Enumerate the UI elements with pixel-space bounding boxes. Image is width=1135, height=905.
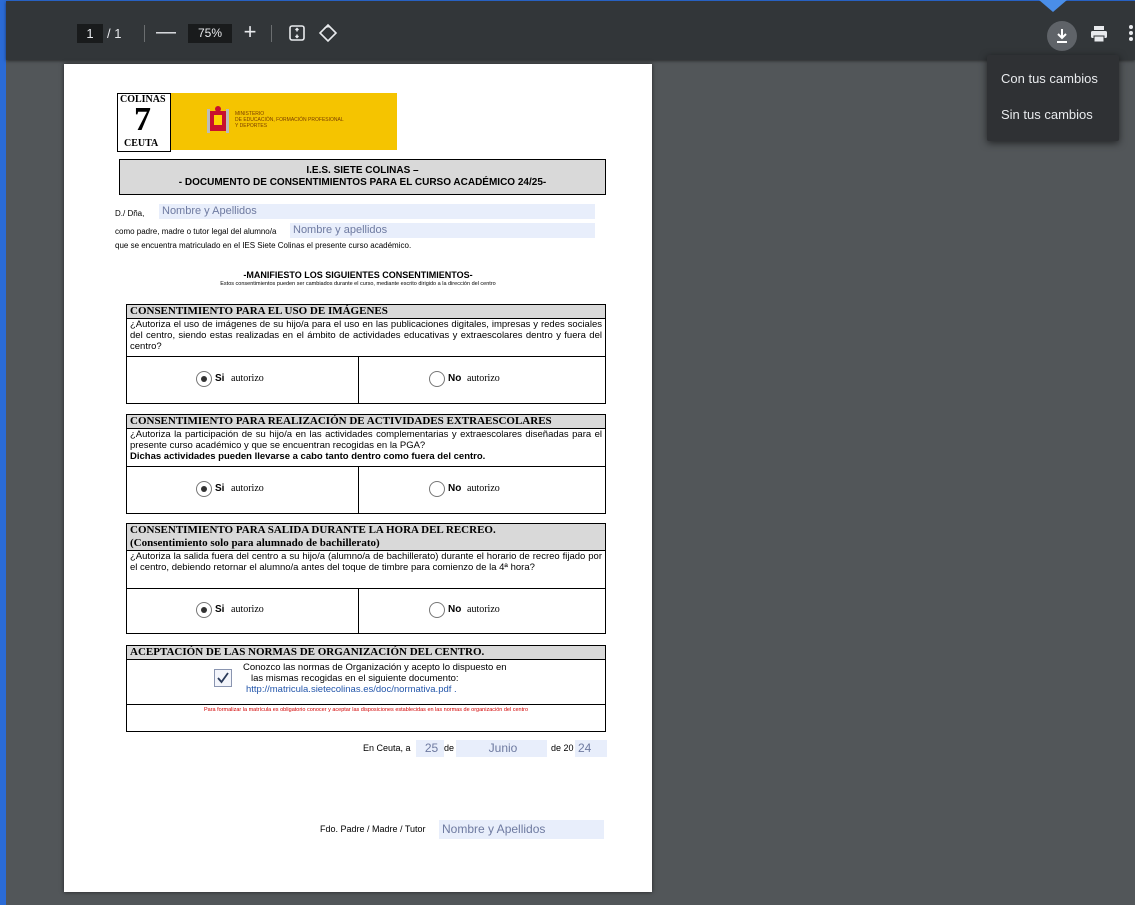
radio-no[interactable] bbox=[429, 371, 445, 387]
date-day-field[interactable]: 25 bbox=[416, 740, 444, 757]
section-heading: CONSENTIMIENTO PARA REALIZACIÓN DE ACTIV… bbox=[127, 415, 605, 429]
radio-si[interactable] bbox=[196, 481, 212, 497]
norms-warning: Para formalizar la matrícula es obligato… bbox=[203, 707, 529, 713]
option-si[interactable]: Si autorizo bbox=[127, 467, 359, 513]
pdf-toolbar: 1 / 1 — 75% + bbox=[6, 1, 1135, 60]
consent-recess-section: CONSENTIMIENTO PARA SALIDA DURANTE LA HO… bbox=[126, 523, 606, 634]
title-line-2: - DOCUMENTO DE CONSENTIMIENTOS PARA EL C… bbox=[178, 177, 547, 188]
toolbar-divider bbox=[144, 25, 145, 42]
date-de: de bbox=[444, 743, 455, 753]
option-si-rest: autorizo bbox=[231, 604, 264, 615]
section-heading: ACEPTACIÓN DE LAS NORMAS DE ORGANIZACIÓN… bbox=[127, 646, 605, 660]
radio-si[interactable] bbox=[196, 602, 212, 618]
option-si-rest: autorizo bbox=[231, 373, 264, 384]
pdf-page: COLINAS 7 CEUTA MINISTERIO DE EDUCACIÓN,… bbox=[64, 64, 652, 892]
menu-item-with-changes[interactable]: Con tus cambios bbox=[1001, 71, 1098, 86]
label-name: D./ Dña, bbox=[115, 209, 145, 218]
ministry-logo: MINISTERIO DE EDUCACIÓN, FORMACIÓN PROFE… bbox=[171, 93, 397, 150]
radio-no[interactable] bbox=[429, 481, 445, 497]
radio-no[interactable] bbox=[429, 602, 445, 618]
checkmark-icon bbox=[217, 672, 229, 684]
section-heading-line: (Consentimiento solo para alumnado de ba… bbox=[130, 537, 380, 549]
more-options-icon[interactable] bbox=[1128, 23, 1134, 43]
norms-line: las mismas recogidas en el siguiente doc… bbox=[251, 673, 459, 684]
rotate-icon[interactable] bbox=[318, 23, 338, 43]
consent-activities-section: CONSENTIMIENTO PARA REALIZACIÓN DE ACTIV… bbox=[126, 414, 606, 514]
zoom-out-button[interactable]: — bbox=[156, 22, 176, 43]
label-parent: como padre, madre o tutor legal del alum… bbox=[115, 227, 277, 236]
option-si[interactable]: Si autorizo bbox=[127, 357, 359, 403]
option-no[interactable]: No autorizo bbox=[359, 467, 605, 513]
norms-line: Conozco las normas de Organización y ace… bbox=[243, 662, 507, 673]
section-heading: CONSENTIMIENTO PARA SALIDA DURANTE LA HO… bbox=[127, 524, 605, 551]
logo-text-bottom: CEUTA bbox=[124, 138, 159, 149]
name-field[interactable]: Nombre y Apellidos bbox=[159, 204, 595, 219]
option-no-rest: autorizo bbox=[467, 373, 500, 384]
page-number-input[interactable]: 1 bbox=[77, 24, 103, 43]
norms-link[interactable]: http://matricula.sietecolinas.es/doc/nor… bbox=[243, 684, 507, 695]
title-line-1: I.E.S. SIETE COLINAS – bbox=[306, 165, 419, 176]
coat-of-arms-icon bbox=[207, 106, 229, 133]
document-title: I.E.S. SIETE COLINAS – - DOCUMENTO DE CO… bbox=[119, 159, 606, 195]
option-si-rest: autorizo bbox=[231, 483, 264, 494]
enrolled-text: que se encuentra matriculado en el IES S… bbox=[115, 241, 412, 250]
option-no[interactable]: No autorizo bbox=[359, 589, 605, 633]
option-no-rest: autorizo bbox=[467, 483, 500, 494]
date-label: En Ceuta, a bbox=[363, 743, 411, 753]
option-no-label: No bbox=[448, 373, 462, 384]
divider bbox=[127, 704, 605, 705]
student-name-field[interactable]: Nombre y apellidos bbox=[290, 223, 595, 238]
section-bold-note: Dichas actividades pueden llevarse a cab… bbox=[130, 451, 486, 462]
signature-label: Fdo. Padre / Madre / Tutor bbox=[320, 824, 426, 834]
download-icon bbox=[1057, 29, 1067, 43]
section-question: ¿Autoriza el uso de imágenes de su hijo/… bbox=[130, 319, 602, 352]
tooltip-pointer bbox=[1039, 0, 1067, 12]
section-question: ¿Autoriza la participación de su hijo/a … bbox=[130, 429, 602, 451]
consent-options: Si autorizo No autorizo bbox=[127, 588, 605, 633]
date-month-field[interactable]: Junio bbox=[456, 740, 547, 757]
radio-si[interactable] bbox=[196, 371, 212, 387]
option-no-label: No bbox=[448, 604, 462, 615]
signature-field[interactable]: Nombre y Apellidos bbox=[439, 820, 604, 839]
menu-item-without-changes[interactable]: Sin tus cambios bbox=[1001, 107, 1093, 122]
toolbar-divider bbox=[271, 25, 272, 42]
section-heading-line: CONSENTIMIENTO PARA SALIDA DURANTE LA HO… bbox=[130, 524, 496, 536]
option-si[interactable]: Si autorizo bbox=[127, 589, 359, 633]
option-si-label: Si bbox=[215, 483, 225, 494]
section-question: ¿Autoriza la salida fuera del centro a s… bbox=[130, 551, 602, 573]
date-de20: de 20 bbox=[551, 743, 574, 753]
consent-options: Si autorizo No autorizo bbox=[127, 356, 605, 403]
download-button[interactable] bbox=[1047, 21, 1077, 51]
option-no-label: No bbox=[448, 483, 462, 494]
ministry-line: Y DEPORTES bbox=[235, 123, 268, 129]
logo-number: 7 bbox=[134, 101, 151, 138]
download-menu: Con tus cambios Sin tus cambios bbox=[987, 55, 1119, 141]
option-si-label: Si bbox=[215, 604, 225, 615]
page-total: / 1 bbox=[107, 26, 122, 41]
print-icon[interactable] bbox=[1089, 24, 1109, 44]
window-frame-left bbox=[0, 0, 6, 905]
norms-text: Conozco las normas de Organización y ace… bbox=[243, 662, 507, 695]
norms-section: ACEPTACIÓN DE LAS NORMAS DE ORGANIZACIÓN… bbox=[126, 645, 606, 732]
section-heading: CONSENTIMIENTO PARA EL USO DE IMÁGENES bbox=[127, 305, 605, 319]
consent-images-section: CONSENTIMIENTO PARA EL USO DE IMÁGENES ¿… bbox=[126, 304, 606, 404]
ministry-name: MINISTERIO DE EDUCACIÓN, FORMACIÓN PROFE… bbox=[235, 111, 344, 129]
date-year-field[interactable]: 24 bbox=[575, 740, 607, 757]
option-no-rest: autorizo bbox=[467, 604, 500, 615]
manifest-note: Estos consentimientos pueden ser cambiad… bbox=[220, 281, 496, 287]
option-no[interactable]: No autorizo bbox=[359, 357, 605, 403]
zoom-level-input[interactable]: 75% bbox=[188, 24, 232, 43]
school-logo: COLINAS 7 CEUTA bbox=[117, 93, 171, 152]
option-si-label: Si bbox=[215, 373, 225, 384]
zoom-in-button[interactable]: + bbox=[240, 21, 260, 43]
manifest-heading: -MANIFIESTO LOS SIGUIENTES CONSENTIMIENT… bbox=[243, 270, 473, 280]
consent-options: Si autorizo No autorizo bbox=[127, 466, 605, 513]
fit-to-page-icon[interactable] bbox=[289, 25, 305, 41]
norms-checkbox[interactable] bbox=[214, 669, 232, 687]
